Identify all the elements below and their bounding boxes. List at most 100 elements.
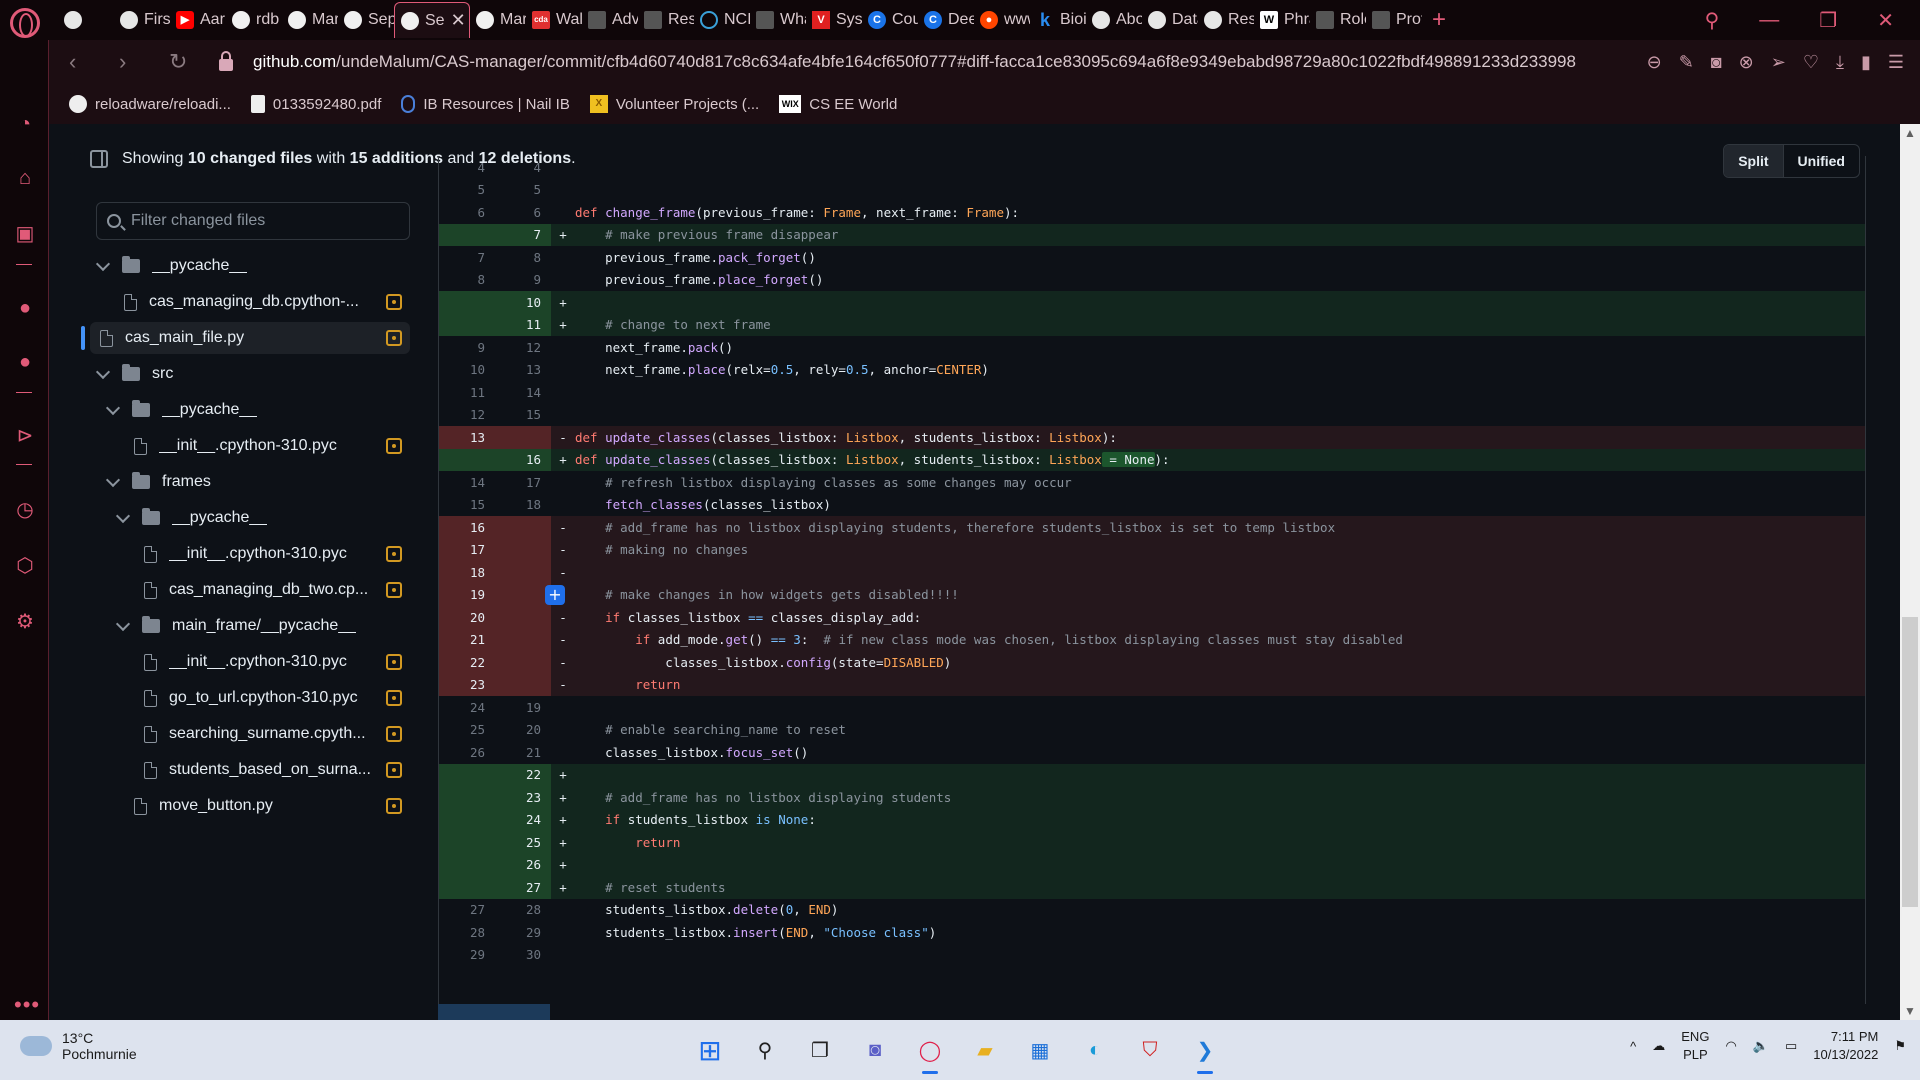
tree-file[interactable]: cas_main_file.py [81,322,410,354]
old-line-number[interactable]: 19 [439,587,485,602]
new-line-number[interactable]: 11 [485,317,541,332]
scrollbar-thumb[interactable] [1902,617,1918,907]
new-line-number[interactable]: 8 [485,250,541,265]
old-line-number[interactable]: 20 [439,610,485,625]
adblock-icon[interactable]: ⊗ [1739,52,1754,73]
line-number-gutter[interactable]: 15 18 [439,494,551,517]
teams-chat-icon[interactable]: ◙ [857,1032,893,1068]
filter-files-input[interactable] [131,212,391,230]
tab[interactable]: Data [1142,2,1198,38]
new-line-number[interactable]: 15 [485,407,541,422]
old-line-number[interactable]: 8 [439,272,485,287]
tree-file[interactable]: cas_managing_db_two.cp... [90,574,410,606]
tab[interactable]: k Bioi [1030,2,1086,38]
new-line-number[interactable]: 25 [485,835,541,850]
tab[interactable]: Resi [1198,2,1254,38]
new-line-number[interactable]: 24 [485,812,541,827]
line-number-gutter[interactable]: 18 [439,561,551,584]
weather-widget[interactable]: 13°C Pochmurnie [20,1030,137,1062]
show-hidden-icons[interactable]: ^ [1630,1039,1636,1054]
chevron-down-icon[interactable] [105,400,121,415]
new-line-number[interactable]: 19 [485,700,541,715]
tree-file[interactable]: __init__.cpython-310.pyc [90,538,410,570]
line-number-gutter[interactable]: 16 [439,448,551,471]
line-number-gutter[interactable]: 10 [439,291,551,314]
tab[interactable]: ● www [974,2,1030,38]
add-comment-button[interactable]: + [545,584,565,605]
download-icon[interactable]: ⤓ [1836,52,1844,73]
old-line-number[interactable]: 5 [439,182,485,197]
tab[interactable]: rdb [226,2,282,38]
line-number-gutter[interactable]: 9 12 [439,336,551,359]
back-button[interactable]: ‹ [69,49,91,75]
line-number-gutter[interactable]: 16 [439,516,551,539]
chevron-down-icon[interactable] [105,472,121,487]
old-line-number[interactable]: 13 [439,430,485,445]
toggle-file-tree-icon[interactable] [90,150,108,168]
new-line-number[interactable]: 7 [485,227,541,242]
tab[interactable]: ▶ Aar [170,2,226,38]
send-icon[interactable]: ➢ [1771,52,1786,73]
tab[interactable]: Adv [582,2,638,38]
settings-gear-icon[interactable]: ⚙ [13,610,37,634]
network-alert-icon[interactable]: ☁ [1652,1038,1665,1054]
old-line-number[interactable]: 23 [439,677,485,692]
tab[interactable] [58,2,114,38]
scroll-up-icon[interactable]: ▲ [1904,126,1916,140]
tab[interactable]: Mar [282,2,338,38]
line-number-gutter[interactable]: 44 [439,156,551,179]
reload-button[interactable]: ↻ [169,49,191,75]
tree-file[interactable]: __init__.cpython-310.pyc [90,646,410,678]
task-view-icon[interactable]: ❐ [802,1032,838,1068]
tab[interactable]: Prof [1366,2,1422,38]
new-line-number[interactable]: 17 [485,475,541,490]
tab[interactable]: First [114,2,170,38]
tab[interactable]: NCI [694,2,750,38]
old-line-number[interactable]: 26 [439,745,485,760]
bookmark-item[interactable]: X Volunteer Projects (... [589,95,759,113]
old-line-number[interactable]: 21 [439,632,485,647]
old-line-number[interactable]: 14 [439,475,485,490]
file-explorer-icon[interactable]: ▰ [967,1032,1003,1068]
tree-file[interactable]: students_based_on_surna... [90,754,410,786]
tree-file[interactable]: go_to_url.cpython-310.pyc [90,682,410,714]
tab-active[interactable]: Se ✕ [394,2,470,38]
new-line-number[interactable]: 12 [485,340,541,355]
old-line-number[interactable]: 16 [439,520,485,535]
history-icon[interactable]: ◷ [13,498,37,522]
edge-icon[interactable]: ◐ [1077,1032,1113,1068]
tab[interactable]: Abo [1086,2,1142,38]
opera-taskbar-icon[interactable]: ◯ [912,1032,948,1074]
edit-icon[interactable]: ✎ [1679,52,1694,73]
line-number-gutter[interactable]: 25 20 [439,719,551,742]
new-line-number[interactable]: 29 [485,925,541,940]
microsoft-store-icon[interactable]: ▦ [1022,1032,1058,1068]
old-line-number[interactable]: 18 [439,565,485,580]
scroll-down-icon[interactable]: ▼ [1904,1004,1916,1018]
line-number-gutter[interactable]: 27 [439,876,551,899]
new-line-number[interactable]: 21 [485,745,541,760]
old-line-number[interactable]: 6 [439,205,485,220]
old-line-number[interactable]: 7 [439,250,485,265]
diff-horizontal-handle[interactable] [438,1004,550,1020]
bookmark-item[interactable]: 0133592480.pdf [250,95,381,113]
heart-icon[interactable]: ♡ [1803,52,1819,73]
new-line-number[interactable]: 10 [485,295,541,310]
old-line-number[interactable]: 27 [439,902,485,917]
old-line-number[interactable]: 9 [439,340,485,355]
line-number-gutter[interactable]: 28 29 [439,921,551,944]
windows-start-icon[interactable]: ⊞ [692,1032,728,1068]
old-line-number[interactable]: 12 [439,407,485,422]
old-line-number[interactable]: 22 [439,655,485,670]
line-number-gutter[interactable]: 89 [439,269,551,292]
line-number-gutter[interactable]: 24 19 [439,696,551,719]
forward-button[interactable]: › [119,49,141,75]
bookmark-item[interactable]: reloadware/reloadi... [69,95,231,113]
old-line-number[interactable]: 15 [439,497,485,512]
zoom-out-icon[interactable]: ⊖ [1647,52,1662,73]
new-line-number[interactable]: 20 [485,722,541,737]
search-icon[interactable]: ⚲ [747,1032,783,1068]
line-number-gutter[interactable]: 10 13 [439,359,551,382]
line-number-gutter[interactable]: 29 30 [439,944,551,967]
chevron-down-icon[interactable] [115,616,131,631]
